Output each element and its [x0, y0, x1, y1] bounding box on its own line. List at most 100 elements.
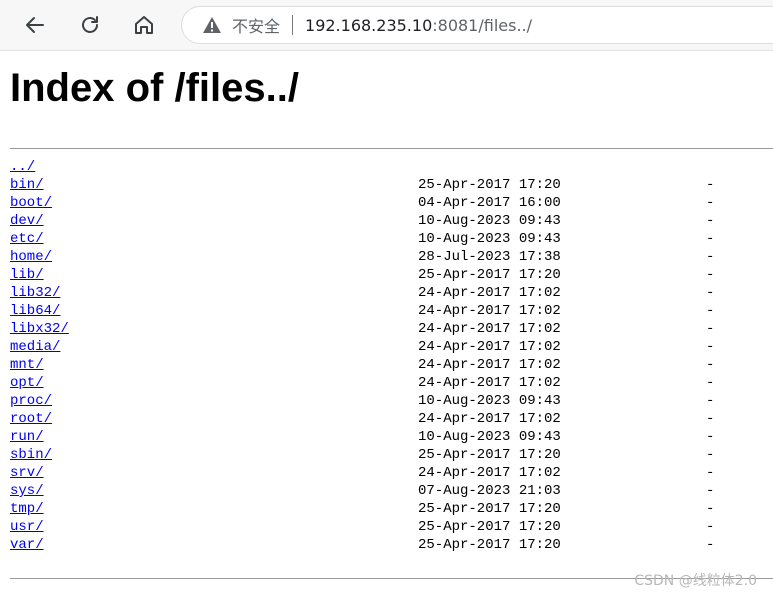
parent-directory-link[interactable]: ../	[10, 159, 35, 175]
page-title: Index of /files../	[10, 66, 299, 110]
modified-date: 24-Apr-2017 17:02	[418, 285, 561, 301]
directory-row: lib/25-Apr-2017 17:20 -	[10, 266, 730, 284]
parent-directory-row: ../	[10, 158, 730, 176]
directory-row: run/10-Aug-2023 09:43 -	[10, 428, 730, 446]
directory-link[interactable]: etc/	[10, 231, 44, 247]
directory-link[interactable]: root/	[10, 411, 52, 427]
directory-row: usr/25-Apr-2017 17:20 -	[10, 518, 730, 536]
modified-date: 10-Aug-2023 09:43	[418, 231, 561, 247]
directory-row: sbin/25-Apr-2017 17:20 -	[10, 446, 730, 464]
modified-date: 25-Apr-2017 17:20	[418, 501, 561, 517]
back-button[interactable]	[17, 7, 53, 43]
directory-link[interactable]: mnt/	[10, 357, 44, 373]
directory-row: lib32/24-Apr-2017 17:02 -	[10, 284, 730, 302]
file-size: -	[706, 267, 715, 283]
modified-date: 10-Aug-2023 09:43	[418, 393, 561, 409]
directory-row: tmp/25-Apr-2017 17:20 -	[10, 500, 730, 518]
modified-date: 24-Apr-2017 17:02	[418, 375, 561, 391]
directory-link[interactable]: lib64/	[10, 303, 60, 319]
security-label[interactable]: 不安全	[232, 13, 280, 37]
file-size: -	[706, 465, 715, 481]
directory-link[interactable]: bin/	[10, 177, 44, 193]
file-size: -	[706, 249, 715, 265]
directory-link[interactable]: dev/	[10, 213, 44, 229]
directory-link[interactable]: usr/	[10, 519, 44, 535]
file-size: -	[706, 537, 715, 553]
directory-link[interactable]: home/	[10, 249, 52, 265]
modified-date: 10-Aug-2023 09:43	[418, 429, 561, 445]
file-size: -	[706, 375, 715, 391]
directory-row: sys/07-Aug-2023 21:03 -	[10, 482, 730, 500]
modified-date: 24-Apr-2017 17:02	[418, 465, 561, 481]
directory-link[interactable]: tmp/	[10, 501, 44, 517]
url-path[interactable]: :8081/files../	[432, 16, 532, 35]
reload-icon	[82, 16, 98, 33]
file-size: -	[706, 519, 715, 535]
file-size: -	[706, 393, 715, 409]
arrow-left-icon	[26, 17, 44, 33]
modified-date: 25-Apr-2017 17:20	[418, 267, 561, 283]
directory-row: home/28-Jul-2023 17:38 -	[10, 248, 730, 266]
directory-link[interactable]: opt/	[10, 375, 44, 391]
top-divider	[10, 148, 773, 149]
modified-date: 28-Jul-2023 17:38	[418, 249, 561, 265]
directory-row: libx32/24-Apr-2017 17:02 -	[10, 320, 730, 338]
directory-link[interactable]: media/	[10, 339, 60, 355]
directory-link[interactable]: var/	[10, 537, 44, 553]
modified-date: 24-Apr-2017 17:02	[418, 339, 561, 355]
file-size: -	[706, 231, 715, 247]
directory-link[interactable]: sbin/	[10, 447, 52, 463]
directory-link[interactable]: lib32/	[10, 285, 60, 301]
modified-date: 25-Apr-2017 17:20	[418, 177, 561, 193]
url-separator	[292, 15, 294, 35]
directory-link[interactable]: lib/	[10, 267, 44, 283]
url-host[interactable]: 192.168.235.10	[305, 16, 432, 35]
watermark: CSDN @线粒体2.0	[634, 573, 757, 589]
modified-date: 24-Apr-2017 17:02	[418, 357, 561, 373]
directory-row: lib64/24-Apr-2017 17:02 -	[10, 302, 730, 320]
file-size: -	[706, 357, 715, 373]
file-size: -	[706, 213, 715, 229]
file-size: -	[706, 447, 715, 463]
file-size: -	[706, 195, 715, 211]
directory-row: var/25-Apr-2017 17:20 -	[10, 536, 730, 554]
file-size: -	[706, 429, 715, 445]
directory-link[interactable]: run/	[10, 429, 44, 445]
home-icon	[135, 16, 153, 34]
home-button[interactable]	[126, 7, 162, 43]
modified-date: 25-Apr-2017 17:20	[418, 519, 561, 535]
modified-date: 04-Apr-2017 16:00	[418, 195, 561, 211]
modified-date: 24-Apr-2017 17:02	[418, 321, 561, 337]
directory-row: opt/24-Apr-2017 17:02 -	[10, 374, 730, 392]
directory-link[interactable]: sys/	[10, 483, 44, 499]
file-size: -	[706, 501, 715, 517]
file-size: -	[706, 303, 715, 319]
file-size: -	[706, 321, 715, 337]
reload-button[interactable]	[72, 7, 108, 43]
file-size: -	[706, 177, 715, 193]
modified-date: 24-Apr-2017 17:02	[418, 303, 561, 319]
directory-row: etc/10-Aug-2023 09:43 -	[10, 230, 730, 248]
directory-link[interactable]: boot/	[10, 195, 52, 211]
warning-triangle-icon[interactable]	[202, 15, 222, 35]
directory-row: media/24-Apr-2017 17:02 -	[10, 338, 730, 356]
modified-date: 25-Apr-2017 17:20	[418, 447, 561, 463]
file-size: -	[706, 411, 715, 427]
directory-row: bin/25-Apr-2017 17:20 -	[10, 176, 730, 194]
file-size: -	[706, 285, 715, 301]
modified-date: 24-Apr-2017 17:02	[418, 411, 561, 427]
address-bar[interactable]: 不安全 192.168.235.10:8081/files../	[181, 6, 773, 44]
directory-row: proc/10-Aug-2023 09:43 -	[10, 392, 730, 410]
modified-date: 07-Aug-2023 21:03	[418, 483, 561, 499]
directory-row: root/24-Apr-2017 17:02 -	[10, 410, 730, 428]
directory-row: mnt/24-Apr-2017 17:02 -	[10, 356, 730, 374]
directory-row: dev/10-Aug-2023 09:43 -	[10, 212, 730, 230]
directory-listing: ../ bin/25-Apr-2017 17:20- boot/04-Apr-20…	[10, 158, 730, 554]
directory-link[interactable]: libx32/	[10, 321, 69, 337]
directory-link[interactable]: srv/	[10, 465, 44, 481]
directory-row: boot/04-Apr-2017 16:00 -	[10, 194, 730, 212]
modified-date: 10-Aug-2023 09:43	[418, 213, 561, 229]
directory-row: srv/24-Apr-2017 17:02 -	[10, 464, 730, 482]
directory-link[interactable]: proc/	[10, 393, 52, 409]
file-size: -	[706, 483, 715, 499]
